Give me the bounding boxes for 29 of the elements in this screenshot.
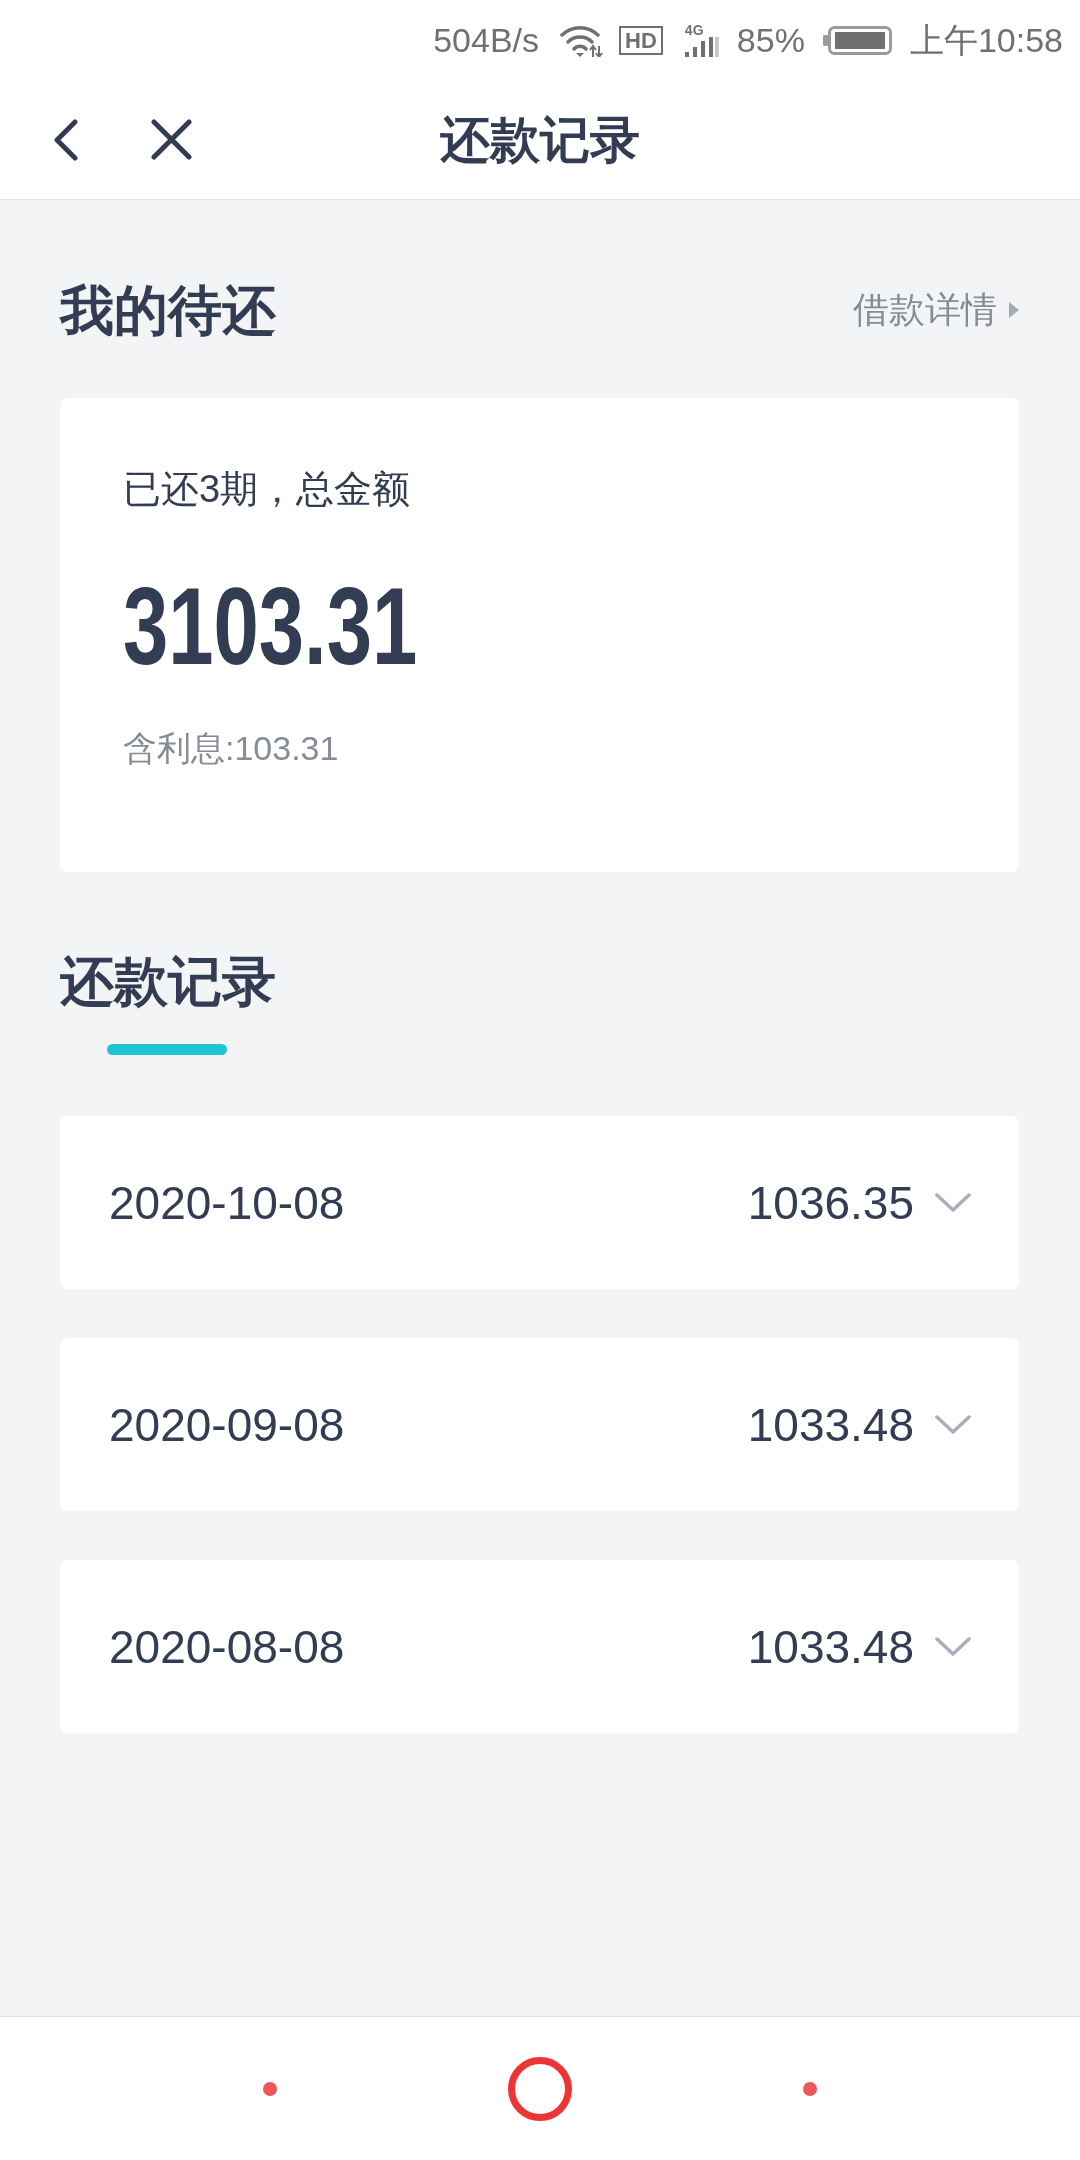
clock: 上午10:58 [909,20,1063,60]
interest-text: 含利息:103.31 [123,728,340,769]
repayment-record[interactable]: 2020-08-08 1033.48 [60,1560,1019,1733]
home-circle-icon[interactable] [508,2056,572,2121]
record-amount: 1033.48 [747,1397,914,1452]
repayment-record[interactable]: 2020-09-08 1033.48 [60,1338,1019,1511]
record-amount: 1036.35 [747,1175,914,1230]
battery-icon [822,25,892,55]
repayment-record[interactable]: 2020-10-08 1036.35 [60,1116,1019,1289]
total-amount: 3103.31 [123,571,418,681]
hd-badge: HD [619,25,663,55]
section-title: 还款记录 [60,951,276,1011]
page-title: 还款记录 [440,110,640,170]
nav-dot-icon[interactable] [803,2081,817,2096]
network-type: 4G [684,23,704,37]
close-icon[interactable] [151,119,192,160]
record-date: 2020-09-08 [109,1397,346,1452]
network-speed: 504B/s [433,20,540,60]
record-amount: 1033.48 [747,1619,914,1674]
summary-label: 已还3期，总金额 [123,467,412,512]
section-title: 我的待还 [60,280,276,340]
record-date: 2020-08-08 [109,1619,346,1674]
triangle-right-icon [1009,302,1019,318]
nav-dot-icon[interactable] [263,2081,277,2096]
record-date: 2020-10-08 [109,1175,346,1230]
wifi-icon [560,23,605,57]
signal-icon [684,37,719,57]
battery-percent: 85% [736,20,805,60]
back-icon[interactable] [54,118,78,161]
